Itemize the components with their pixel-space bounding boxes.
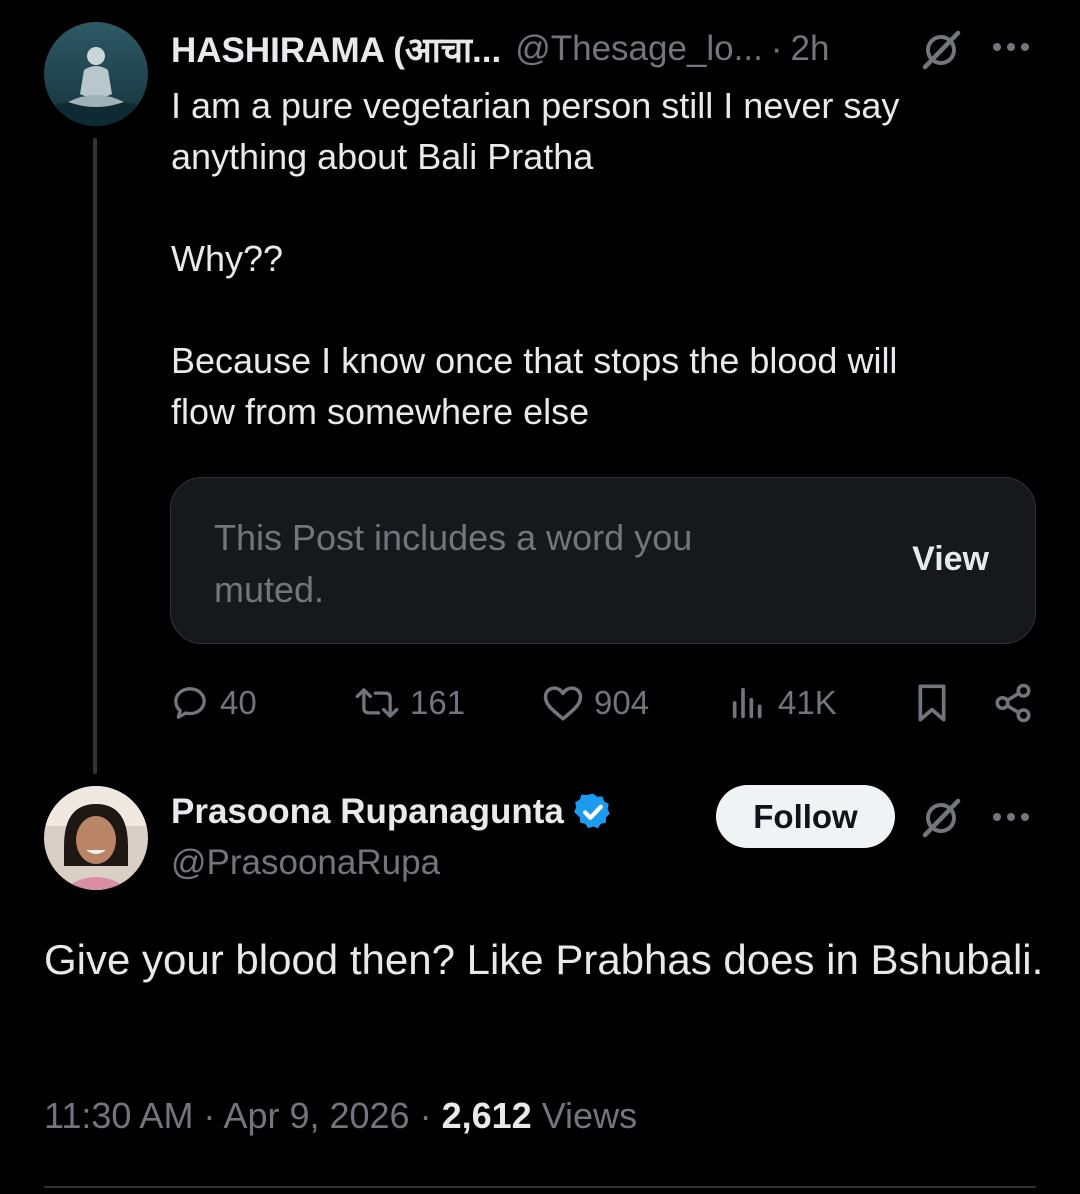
- views-button[interactable]: 41K: [728, 680, 837, 726]
- reply-button[interactable]: 40: [170, 680, 257, 726]
- verified-badge-icon: [573, 793, 610, 829]
- heart-icon: [543, 686, 583, 721]
- parent-post-text: I am a pure vegetarian person still I ne…: [171, 80, 899, 437]
- reply-author-handle[interactable]: @PrasoonaRupa: [171, 843, 440, 883]
- post-timestamp[interactable]: 11:30 AM · Apr 9, 2026 ·: [44, 1095, 432, 1136]
- divider: [44, 1186, 1036, 1188]
- grok-icon[interactable]: [918, 27, 964, 78]
- parent-post-time[interactable]: 2h: [790, 29, 829, 69]
- parent-author-name[interactable]: HASHIRAMA (आचा...: [171, 26, 501, 73]
- thread-connector-line: [93, 138, 97, 774]
- grok-icon[interactable]: [918, 795, 964, 846]
- text-line: Because I know once that stops the blood…: [171, 340, 898, 381]
- share-icon: [995, 683, 1031, 723]
- views-count: 41K: [778, 684, 837, 721]
- parent-post-header: HASHIRAMA (आचा... @Thesage_lo... · 2h: [171, 27, 829, 71]
- view-muted-button[interactable]: View: [912, 540, 989, 579]
- views-label: Views: [541, 1095, 638, 1136]
- reply-count: 40: [220, 684, 257, 721]
- view-count: 2,612: [441, 1095, 532, 1136]
- reply-icon: [174, 687, 206, 719]
- muted-notice-text: This Post includes a word you muted.: [214, 517, 693, 610]
- more-options-icon[interactable]: [990, 810, 1034, 829]
- reply-author-row: Prasoona Rupanagunta: [171, 790, 614, 834]
- more-options-icon[interactable]: [990, 40, 1034, 59]
- like-button[interactable]: 904: [542, 680, 649, 726]
- text-line: anything about Bali Pratha: [171, 136, 594, 177]
- muted-word-notice: This Post includes a word you muted. Vie…: [170, 477, 1036, 644]
- repost-icon: [355, 688, 399, 718]
- analytics-icon: [732, 687, 762, 719]
- follow-button[interactable]: Follow: [716, 785, 895, 848]
- parent-author-handle[interactable]: @Thesage_lo...: [515, 29, 763, 69]
- reply-author-avatar[interactable]: [44, 786, 148, 890]
- text-line: I am a pure vegetarian person still I ne…: [171, 85, 900, 126]
- reply-post-meta: 11:30 AM · Apr 9, 2026 · 2,612 Views: [44, 1095, 637, 1137]
- repost-button[interactable]: 161: [354, 680, 465, 726]
- bookmark-button[interactable]: [912, 680, 952, 726]
- parent-author-avatar[interactable]: [44, 22, 148, 126]
- share-button[interactable]: [992, 680, 1034, 726]
- post-action-bar: 40 161 904 41K: [170, 680, 1036, 726]
- like-count: 904: [594, 684, 650, 721]
- reply-author-name[interactable]: Prasoona Rupanagunta: [171, 792, 564, 832]
- repost-count: 161: [410, 684, 466, 721]
- header-separator: ·: [770, 29, 783, 68]
- text-line: Why??: [171, 238, 284, 279]
- text-line: [171, 284, 899, 335]
- text-line: [171, 182, 899, 233]
- reply-post-text: Give your blood then? Like Prabhas does …: [44, 936, 1044, 983]
- text-line: flow from somewhere else: [171, 391, 590, 432]
- bookmark-icon: [918, 684, 946, 722]
